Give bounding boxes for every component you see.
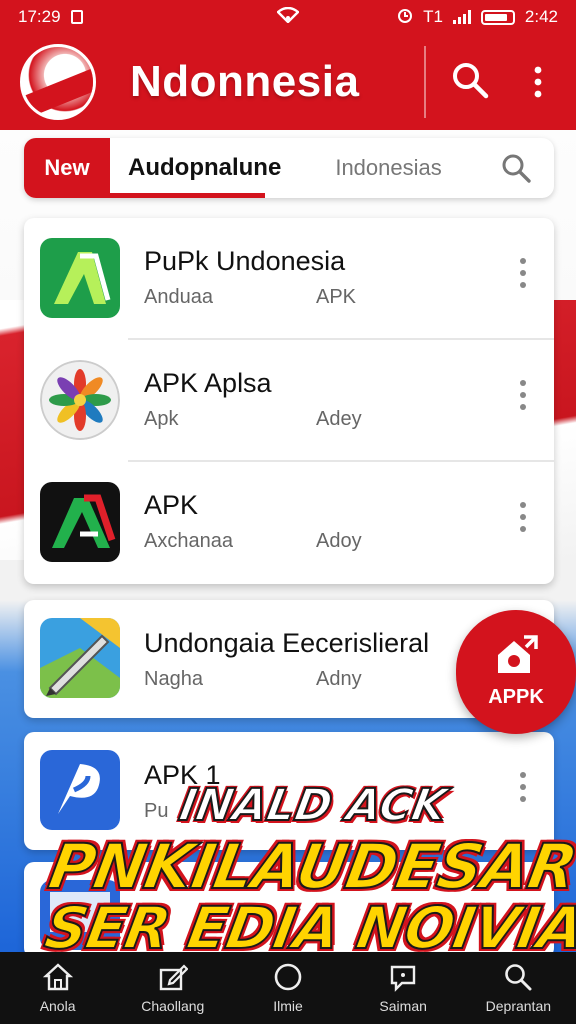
app-logo bbox=[20, 44, 96, 120]
app-type: Adny bbox=[316, 668, 362, 690]
fab-label: APPK bbox=[488, 686, 544, 708]
nav-item-chat[interactable]: Saiman bbox=[346, 962, 461, 1014]
app-list-card: PuPk Undonesia Anduaa APK APK Aplsa Apk … bbox=[24, 218, 554, 584]
nav-label: Saiman bbox=[379, 998, 427, 1014]
status-time-left: 17:29 bbox=[18, 7, 61, 26]
app-title: Ndonnesia bbox=[130, 57, 360, 106]
list-item[interactable]: APK Axchanaa Adoy bbox=[24, 462, 554, 584]
home-share-icon bbox=[494, 635, 538, 680]
apk-fab-button[interactable]: APPK bbox=[456, 610, 576, 734]
alarm-icon bbox=[397, 7, 413, 28]
app-type: Adey bbox=[316, 408, 362, 430]
app-title: Undongaia Eecerislieral bbox=[144, 628, 430, 658]
app-title: APK bbox=[144, 490, 199, 520]
flower-icon bbox=[40, 360, 120, 440]
notification-icon bbox=[70, 10, 83, 24]
maps-pen-icon bbox=[40, 618, 120, 698]
status-time-right: 2:42 bbox=[524, 7, 558, 26]
status-bar: 17:29 T1 2:42 bbox=[0, 0, 576, 34]
signal-icon bbox=[452, 10, 471, 24]
black-a-icon bbox=[40, 482, 120, 562]
app-developer: Nagha bbox=[144, 668, 203, 690]
tab-active[interactable]: Audopnalune bbox=[110, 138, 299, 198]
home-icon bbox=[42, 963, 73, 991]
nav-label: Deprantan bbox=[485, 998, 552, 1014]
nav-item-search[interactable]: Deprantan bbox=[461, 962, 576, 1014]
app-bar: Ndonnesia bbox=[0, 34, 576, 130]
bottom-navigation: Anola Chaollang Ilmie Saiman Deprantan bbox=[0, 952, 576, 1024]
status-carrier: T1 bbox=[423, 7, 443, 26]
search-icon bbox=[505, 964, 532, 991]
tab-search-bar: New Audopnalune Indonesias bbox=[24, 138, 554, 198]
search-input[interactable]: Indonesias bbox=[335, 155, 441, 181]
app-developer: Axchanaa bbox=[144, 530, 233, 552]
chat-icon bbox=[390, 965, 416, 992]
app-type: APK bbox=[316, 286, 357, 308]
nav-label: Anola bbox=[39, 998, 76, 1014]
app-developer: Anduaa bbox=[144, 286, 213, 308]
promo-line-2: PNKILAUDESAR bbox=[43, 829, 576, 904]
list-item[interactable]: APK Aplsa Apk Adey bbox=[24, 340, 554, 462]
search-icon[interactable] bbox=[450, 60, 490, 100]
nav-item-circle[interactable]: Ilmie bbox=[230, 962, 345, 1014]
list-item[interactable]: PuPk Undonesia Anduaa APK bbox=[24, 218, 554, 340]
nav-item-challenge[interactable]: Chaollang bbox=[115, 962, 230, 1014]
more-vertical-icon[interactable] bbox=[518, 500, 528, 534]
nav-item-home[interactable]: Anola bbox=[0, 962, 115, 1014]
status-left: 17:29 bbox=[18, 7, 83, 27]
app-developer: Apk bbox=[144, 408, 179, 430]
search-icon[interactable] bbox=[500, 152, 532, 184]
app-type: Adoy bbox=[316, 530, 362, 552]
battery-icon bbox=[480, 9, 515, 25]
wifi-icon bbox=[276, 6, 300, 28]
tab-new[interactable]: New bbox=[24, 138, 110, 198]
status-right: T1 2:42 bbox=[397, 7, 558, 28]
nav-label: Chaollang bbox=[141, 998, 205, 1014]
circle-icon bbox=[274, 963, 302, 991]
more-vertical-icon[interactable] bbox=[518, 378, 528, 412]
more-vertical-icon[interactable] bbox=[524, 62, 552, 102]
green-a-icon bbox=[40, 238, 120, 318]
promo-banner-text: INALD ACK PNKILAUDESAR SER EDIA NOIVIAP! bbox=[30, 770, 576, 963]
promo-line-1: INALD ACK bbox=[175, 779, 452, 832]
app-title: PuPk Undonesia bbox=[144, 246, 346, 276]
app-bar-divider bbox=[424, 46, 426, 118]
edit-icon bbox=[159, 964, 188, 991]
more-vertical-icon[interactable] bbox=[518, 256, 528, 290]
app-title: APK Aplsa bbox=[144, 368, 272, 398]
nav-label: Ilmie bbox=[273, 998, 303, 1014]
